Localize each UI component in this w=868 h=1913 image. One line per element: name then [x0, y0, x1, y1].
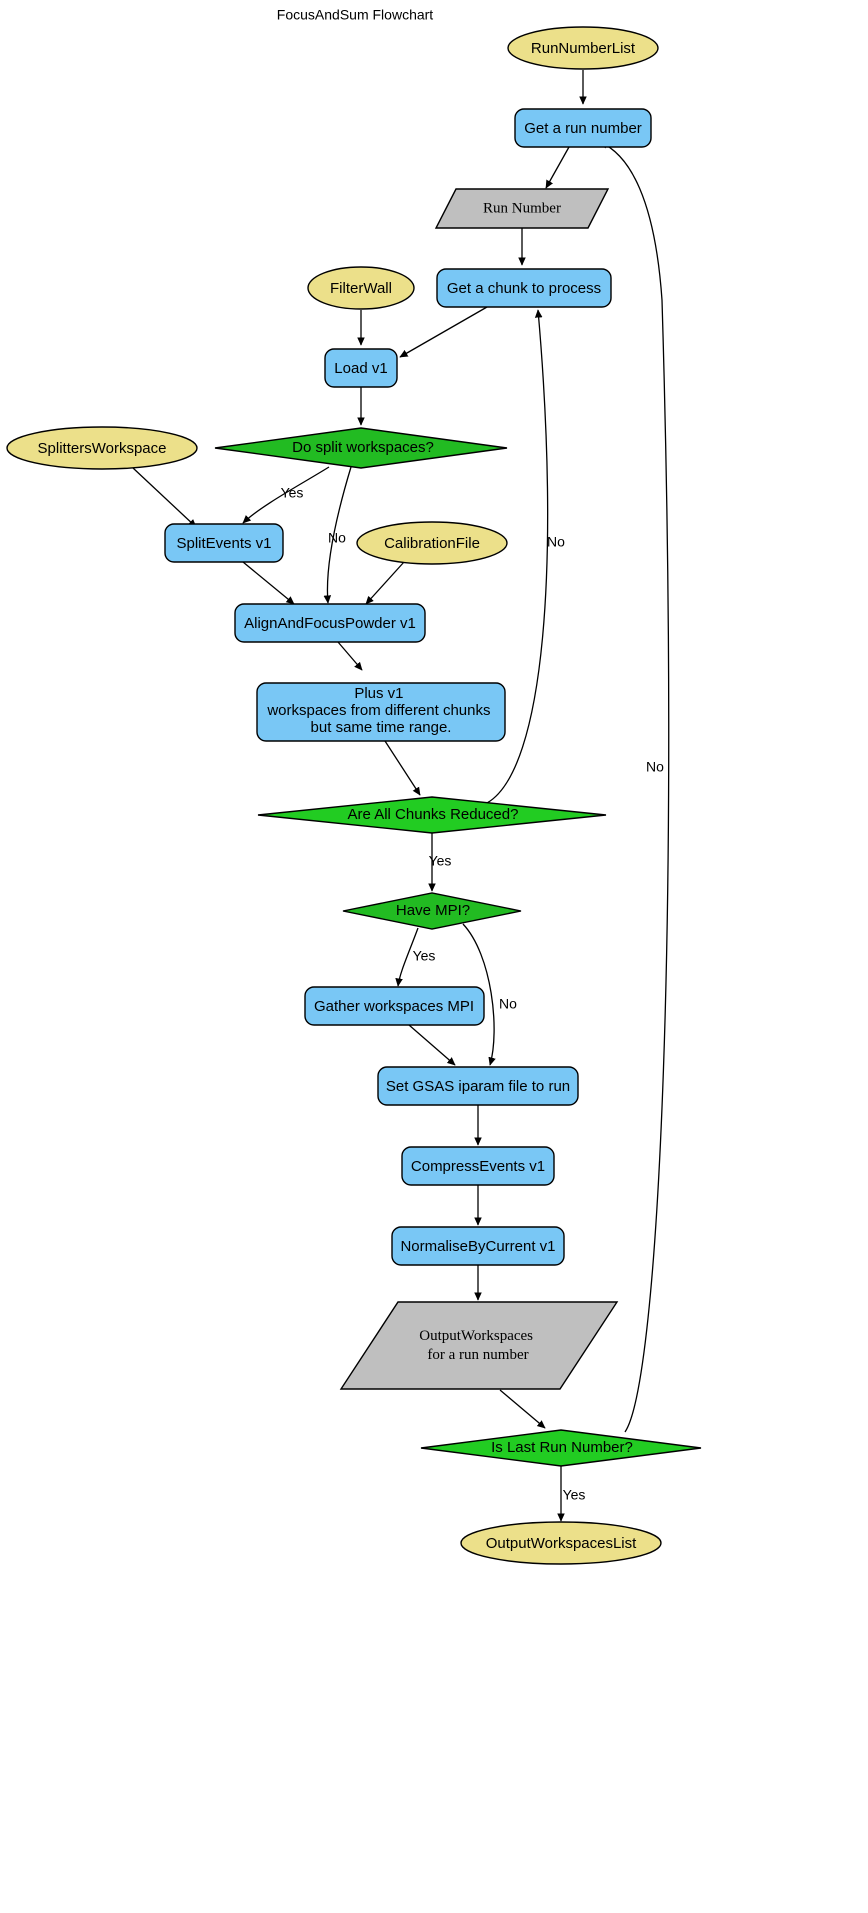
edge-calibrationfile-to-alignfocus	[365, 561, 405, 605]
node-plus-v1[interactable]: Plus v1 workspaces from different chunks…	[256, 682, 506, 742]
node-set-gsas-iparam[interactable]: Set GSAS iparam file to run	[377, 1066, 579, 1106]
node-label-splitters-workspace: SplittersWorkspace	[38, 440, 167, 457]
node-label-filter-wall: FilterWall	[330, 280, 392, 297]
edge-label-havempi-no: No	[499, 996, 517, 1012]
edge-getchunk-to-loadv1	[399, 306, 488, 358]
node-do-split-workspaces[interactable]: Do split workspaces?	[214, 427, 508, 469]
node-normalise-by-current[interactable]: NormaliseByCurrent v1	[391, 1226, 565, 1266]
node-is-last-run-number[interactable]: Is Last Run Number?	[420, 1429, 702, 1467]
flowchart-svg: FocusAndSum Flowchart Yes No No Yes Yes …	[6, 7, 702, 1565]
edge-splitevents-to-alignfocus	[242, 561, 295, 605]
node-label-calibration-file: CalibrationFile	[384, 535, 480, 552]
node-label-compress-events: CompressEvents v1	[411, 1158, 545, 1175]
node-get-chunk[interactable]: Get a chunk to process	[436, 268, 612, 308]
node-label-run-number-list: RunNumberList	[531, 40, 636, 57]
node-run-number-data[interactable]: Run Number	[434, 188, 610, 229]
node-load-v1[interactable]: Load v1	[324, 348, 398, 388]
edge-label-islastrun-yes: Yes	[563, 1487, 586, 1503]
node-layer: RunNumberList Get a run number Run Numbe…	[6, 26, 702, 1565]
node-label-gather-workspaces-mpi: Gather workspaces MPI	[314, 998, 474, 1015]
edge-label-havempi-yes: Yes	[413, 948, 436, 964]
edge-label-dosplit-yes: Yes	[281, 485, 304, 501]
node-gather-workspaces-mpi[interactable]: Gather workspaces MPI	[304, 986, 485, 1026]
page-title: FocusAndSum Flowchart	[277, 7, 434, 23]
node-output-workspaces-list[interactable]: OutputWorkspacesList	[460, 1521, 662, 1565]
node-label-align-and-focus-powder: AlignAndFocusPowder v1	[244, 615, 416, 632]
node-split-events[interactable]: SplitEvents v1	[164, 523, 284, 563]
node-compress-events[interactable]: CompressEvents v1	[401, 1146, 555, 1186]
edge-label-dosplit-no: No	[328, 530, 346, 546]
edge-islastrun-no-to-getrunnumber	[599, 141, 670, 1433]
edge-plusv1-to-allchunks	[384, 740, 421, 796]
edge-outputworkspaces-to-islastrun	[499, 1389, 546, 1429]
node-label-do-split-workspaces: Do split workspaces?	[292, 439, 434, 456]
node-label-load-v1: Load v1	[334, 360, 387, 377]
edge-label-allchunks-no: No	[547, 534, 565, 550]
node-calibration-file[interactable]: CalibrationFile	[356, 521, 508, 565]
node-label-normalise-by-current: NormaliseByCurrent v1	[400, 1238, 555, 1255]
edge-getrunnumber-to-runnumber	[545, 146, 570, 189]
node-filter-wall[interactable]: FilterWall	[307, 266, 415, 310]
edge-splittersworkspace-to-splitevents	[132, 467, 197, 528]
edge-gathermpi-to-setgsas	[408, 1024, 456, 1066]
node-label-split-events: SplitEvents v1	[176, 535, 271, 552]
node-label-is-last-run-number: Is Last Run Number?	[491, 1439, 633, 1456]
edge-label-islastrun-no: No	[646, 759, 664, 775]
node-label-output-workspaces-list: OutputWorkspacesList	[486, 1535, 637, 1552]
node-get-run-number[interactable]: Get a run number	[514, 108, 652, 148]
node-label-are-all-chunks-reduced: Are All Chunks Reduced?	[348, 806, 519, 823]
node-run-number-list[interactable]: RunNumberList	[507, 26, 659, 70]
edge-label-allchunks-yes: Yes	[429, 853, 452, 869]
node-align-and-focus-powder[interactable]: AlignAndFocusPowder v1	[234, 603, 426, 643]
node-label-have-mpi: Have MPI?	[396, 902, 470, 919]
node-are-all-chunks-reduced[interactable]: Are All Chunks Reduced?	[257, 796, 607, 834]
node-label-run-number-data: Run Number	[483, 200, 561, 216]
node-label-set-gsas-iparam: Set GSAS iparam file to run	[386, 1078, 570, 1095]
parallelogram-shape	[339, 1301, 619, 1390]
node-label-get-run-number: Get a run number	[524, 120, 642, 137]
edge-alignfocus-to-plusv1	[337, 641, 363, 671]
node-output-workspaces-data[interactable]: OutputWorkspaces for a run number	[339, 1301, 619, 1390]
flowchart-canvas: FocusAndSum Flowchart Yes No No Yes Yes …	[0, 0, 868, 1913]
node-splitters-workspace[interactable]: SplittersWorkspace	[6, 426, 198, 470]
node-label-get-chunk: Get a chunk to process	[447, 280, 601, 297]
node-have-mpi[interactable]: Have MPI?	[342, 892, 522, 930]
